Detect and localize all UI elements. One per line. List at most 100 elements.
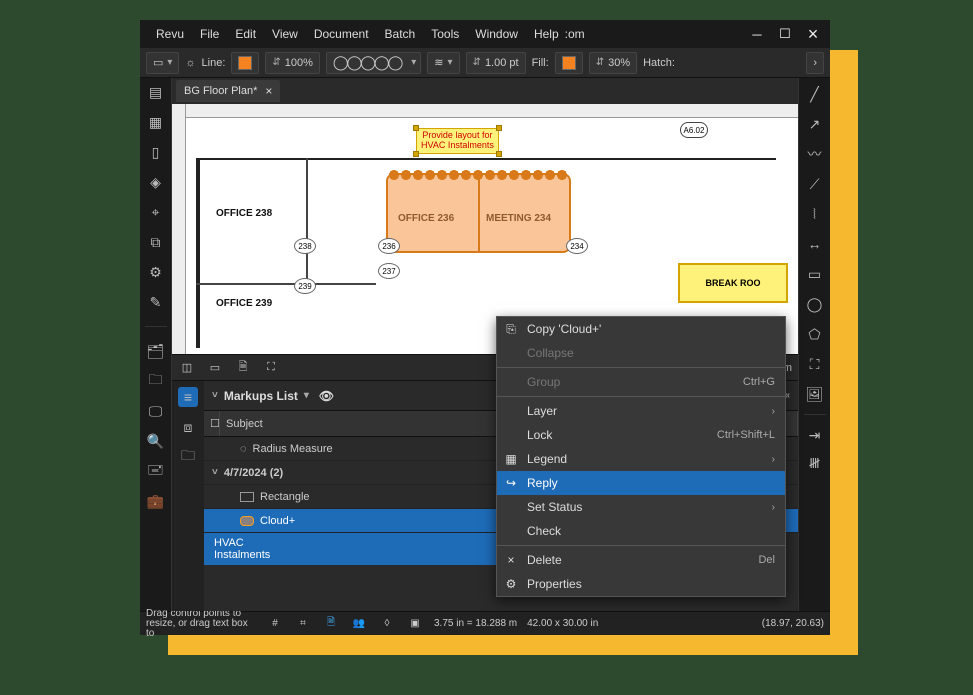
snap-icon[interactable]: ⌗ [294, 615, 312, 633]
list-icon[interactable]: ≡ [178, 387, 198, 407]
sync-icon[interactable]: 🗎 [322, 615, 340, 633]
thumb-icon[interactable]: 🗂 [146, 341, 166, 361]
menu-file[interactable]: File [200, 27, 219, 41]
fill-color-picker[interactable] [555, 52, 583, 74]
search-icon[interactable]: 🔍 [146, 431, 166, 451]
minimize-button[interactable]: ─ [746, 23, 768, 45]
detail-bubble: A6.02 [680, 122, 708, 138]
cm-delete[interactable]: ×DeleteDel [497, 548, 785, 572]
tally-icon[interactable]: 𝍸 [805, 455, 825, 475]
statusbar: Drag control points to resize, or drag t… [140, 611, 830, 635]
chevron-down-icon[interactable]: ˅ [212, 390, 218, 401]
status-hint: Drag control points to resize, or drag t… [146, 609, 256, 639]
cm-legend[interactable]: ▦Legend› [497, 447, 785, 471]
cm-copy[interactable]: ⎘Copy 'Cloud+' [497, 317, 785, 341]
cm-properties[interactable]: ⚙Properties [497, 572, 785, 596]
split2-icon[interactable]: ▭ [206, 359, 224, 377]
line-end-select[interactable]: ≋ ▾ [427, 52, 459, 74]
stamp2-icon[interactable]: ▣ [406, 615, 424, 633]
gear-icon[interactable]: ⚙ [146, 262, 166, 282]
tab-close-icon[interactable]: × [265, 84, 272, 98]
zigzag-icon[interactable]: ⦚ [805, 204, 825, 224]
fill-opacity-stepper[interactable]: ⇵ 30% [589, 52, 637, 74]
polygon-tool-icon[interactable]: ⬠ [805, 324, 825, 344]
line-style-select[interactable]: ◯◯◯◯◯ ▾ [326, 52, 421, 74]
line-width-stepper[interactable]: ⇵ 1.00 pt [466, 52, 526, 74]
ruler-vertical [172, 104, 186, 354]
screen-icon[interactable]: 🖵 [146, 401, 166, 421]
menu-batch[interactable]: Batch [385, 27, 416, 41]
status-scale: 3.75 in = 18.288 m [434, 618, 517, 629]
ellipse-tool-icon[interactable]: ◯ [805, 294, 825, 314]
menu-edit[interactable]: Edit [235, 27, 256, 41]
folder-icon[interactable]: 🗀 [178, 447, 198, 467]
page-icon[interactable]: 🗎 [234, 359, 252, 377]
properties-toolbar: ▭ ▾ ☼ Line: ⇵ 100% ◯◯◯◯◯ ▾ ≋ ▾ ⇵ 1.00 pt… [140, 48, 830, 78]
crop-tool-icon[interactable]: ⛶ [805, 354, 825, 374]
room-tag-239: 239 [294, 278, 316, 294]
toolbar-overflow[interactable]: › [806, 52, 824, 74]
cm-lock[interactable]: LockCtrl+Shift+L [497, 423, 785, 447]
cm-set-status[interactable]: Set Status› [497, 495, 785, 519]
crop-icon[interactable]: ⛶ [262, 359, 280, 377]
cm-group: GroupCtrl+G [497, 370, 785, 394]
status-coords: (18.97, 20.63) [762, 618, 824, 629]
3d-icon[interactable]: 🗀 [146, 371, 166, 391]
layers-icon[interactable]: ◈ [146, 172, 166, 192]
line-label: Line: [202, 57, 226, 69]
cm-layer[interactable]: Layer› [497, 399, 785, 423]
visibility-icon[interactable]: 👁 [319, 389, 334, 403]
menu-revu[interactable]: Revu [156, 27, 184, 41]
room-tag-237: 237 [378, 263, 400, 279]
cm-collapse: Collapse [497, 341, 785, 365]
places-icon[interactable]: ⌖ [146, 202, 166, 222]
menu-document[interactable]: Document [314, 27, 369, 41]
room-tag-234: 234 [566, 238, 588, 254]
menu-window[interactable]: Window [475, 27, 518, 41]
line-color-picker[interactable] [231, 52, 259, 74]
menu-help[interactable]: Help [534, 27, 559, 41]
close-button[interactable]: × [802, 23, 824, 45]
eraser-icon[interactable]: ◊ [378, 615, 396, 633]
room-tag-236: 236 [378, 238, 400, 254]
cm-reply[interactable]: ↪Reply [497, 471, 785, 495]
breakroom-markup[interactable]: BREAK ROO [678, 263, 788, 303]
tab-title: BG Floor Plan* [184, 85, 257, 97]
shape-select[interactable]: ▭ ▾ [146, 52, 179, 74]
left-rail: ▤ ▦ ▯ ◈ ⌖ ⧉ ⚙ ✎ 🗂 🗀 🖵 🔍 🖃 💼 [140, 78, 172, 611]
sheet-icon[interactable]: ⧉ [146, 232, 166, 252]
cloud-icon[interactable]: 👥 [350, 615, 368, 633]
cube-icon[interactable]: ⧈ [178, 417, 198, 437]
arrow-tool-icon[interactable]: ↗ [805, 114, 825, 134]
rectangle-tool-icon[interactable]: ▭ [805, 264, 825, 284]
polyline-icon[interactable]: ⟋ [805, 174, 825, 194]
menu-view[interactable]: View [272, 27, 298, 41]
callout-markup[interactable]: Provide layout forHVAC Instalments [416, 128, 499, 154]
image-tool-icon[interactable]: 🖼 [805, 384, 825, 404]
hatch-label: Hatch: [643, 57, 675, 69]
grid-icon[interactable]: ▦ [146, 112, 166, 132]
context-menu: ⎘Copy 'Cloud+' Collapse GroupCtrl+G Laye… [496, 316, 786, 597]
menubar: Revu File Edit View Document Batch Tools… [140, 20, 830, 48]
markups-left-rail: ≡ ⧈ 🗀 [172, 381, 204, 611]
zoom-stepper[interactable]: ⇵ 100% [265, 52, 320, 74]
title-suffix: :om [565, 27, 585, 41]
briefcase-icon[interactable]: 💼 [146, 491, 166, 511]
maximize-button[interactable]: ☐ [774, 23, 796, 45]
office239-label: OFFICE 239 [216, 298, 272, 309]
cm-check[interactable]: Check [497, 519, 785, 543]
dimension-icon[interactable]: ↔ [805, 234, 825, 254]
panel-icon[interactable]: ▤ [146, 82, 166, 102]
split-icon[interactable]: ◫ [178, 359, 196, 377]
align-icon[interactable]: ⇥ [805, 425, 825, 445]
signature-icon[interactable]: ✎ [146, 292, 166, 312]
grid-snap-icon[interactable]: # [266, 615, 284, 633]
status-dims: 42.00 x 30.00 in [527, 618, 598, 629]
pen-tool-icon[interactable]: 〰 [805, 144, 825, 164]
line-tool-icon[interactable]: ╱ [805, 84, 825, 104]
stamp-icon[interactable]: 🖃 [146, 461, 166, 481]
doc-icon[interactable]: ▯ [146, 142, 166, 162]
menu-tools[interactable]: Tools [431, 27, 459, 41]
document-tab[interactable]: BG Floor Plan* × [176, 80, 280, 102]
app-window: Revu File Edit View Document Batch Tools… [140, 20, 830, 635]
